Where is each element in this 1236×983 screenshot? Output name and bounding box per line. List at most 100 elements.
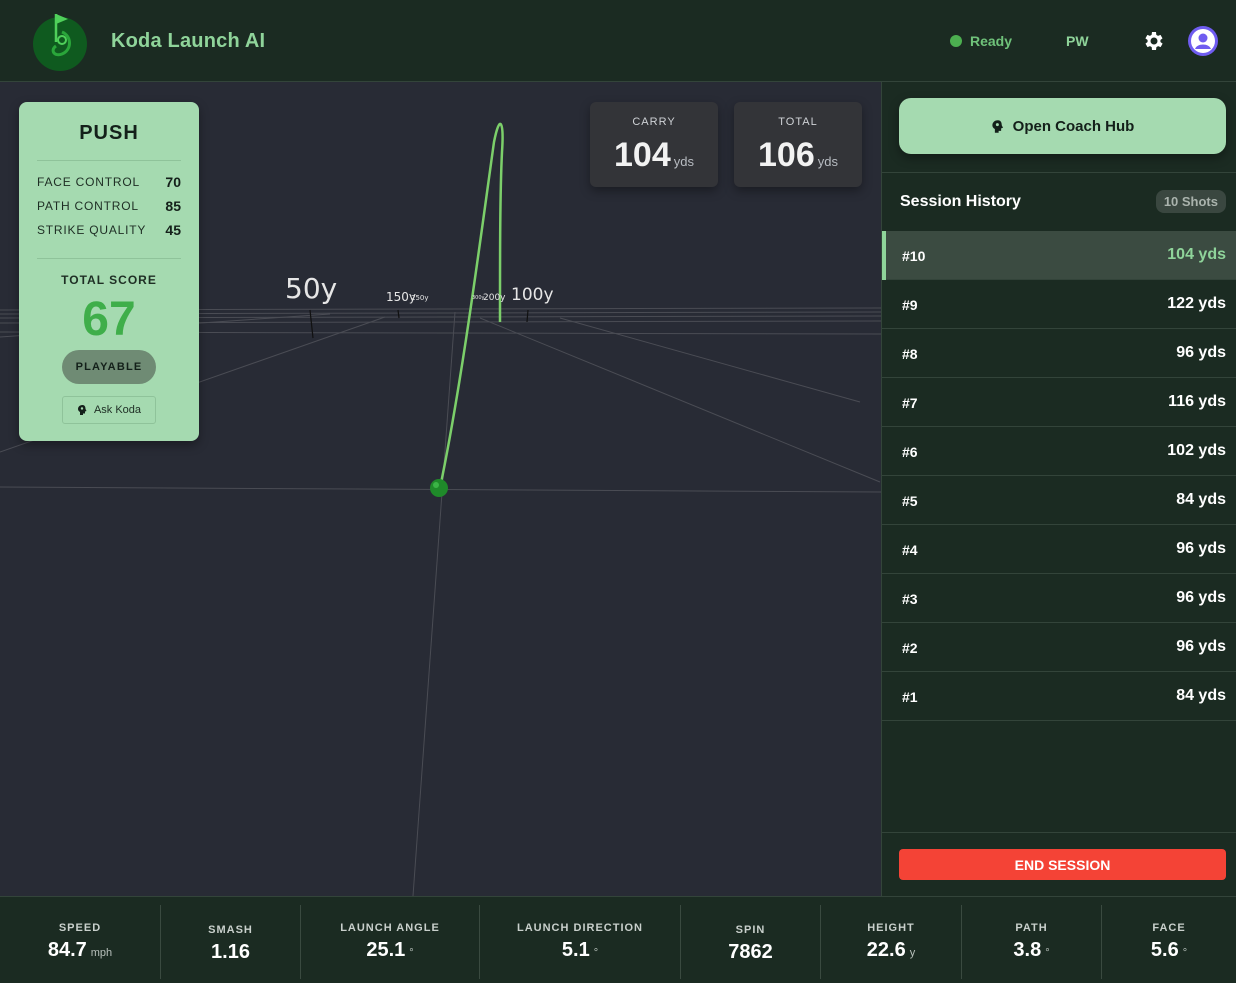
shot-score-card: PUSH FACE CONTROL 70 PATH CONTROL 85 STR… [19,102,199,441]
history-item[interactable]: #7 116 yds [882,378,1236,427]
history-item[interactable]: #5 84 yds [882,476,1236,525]
history-item[interactable]: #1 84 yds [882,672,1236,721]
metric-row-strike-quality: STRIKE QUALITY 45 [37,222,181,238]
club-selector[interactable]: PW [1066,33,1089,49]
shot-distance: 96 yds [1176,638,1226,655]
distance-label-50: 50y [285,272,338,305]
session-sidebar: Open Coach Hub Session History 10 Shots … [881,82,1236,896]
metric-value-wrap: 25.1 ° [301,939,479,962]
shot-number: #9 [902,297,918,313]
carry-box: CARRY 104 yds [590,102,718,187]
total-score-label: TOTAL SCORE [61,273,157,287]
history-item[interactable]: #6 102 yds [882,427,1236,476]
total-label: TOTAL [778,116,818,128]
metric-value-wrap: 84.7 mph [0,939,160,962]
carry-value: 104 [614,136,671,174]
app-title: Koda Launch AI [111,30,266,52]
distance-label-200: 200y [483,293,506,303]
shots-count-badge: 10 Shots [1155,190,1226,213]
metric-value: 84.7 [47,939,87,961]
metric-value-wrap: 1.16 [161,941,300,964]
status-dot-icon [950,35,962,47]
rating-badge: PLAYABLE [62,350,156,384]
shot-number: #8 [902,346,918,362]
coach-hub-label: Open Coach Hub [1012,117,1135,135]
metric-path: PATH 3.8 ° [961,905,1101,979]
distance-label-100: 100y [511,285,554,305]
history-item[interactable]: #2 96 yds [882,623,1236,672]
metric-value: 70 [165,174,181,190]
shot-number: #5 [902,493,918,509]
metric-unit: ° [593,947,599,959]
shot-number: #7 [902,395,918,411]
session-history-list: #10 104 yds #9 122 yds #8 96 yds #7 116 yds … [882,231,1236,721]
metric-value: 22.6 [866,939,906,961]
end-session-button[interactable]: END SESSION [899,849,1226,880]
divider [37,258,181,259]
metric-value: 1.16 [211,941,250,963]
metric-unit: ° [1182,947,1188,959]
metric-value-wrap: 5.1 ° [480,939,680,962]
session-history-title: Session History [900,193,1021,210]
shot-distance: 122 yds [1167,295,1226,312]
metric-speed: SPEED 84.7 mph [0,905,160,979]
history-item[interactable]: #8 96 yds [882,329,1236,378]
metric-row-path-control: PATH CONTROL 85 [37,198,181,214]
carry-label: CARRY [632,116,676,128]
metric-value: 7862 [728,941,773,963]
metric-name: FACE CONTROL [37,175,140,189]
metric-value: 5.1 [561,939,590,961]
metric-value-wrap: 7862 [681,941,820,964]
brain-icon [992,119,1003,133]
history-item[interactable]: #10 104 yds [882,231,1236,280]
metric-value: 25.1 [366,939,406,961]
metric-label: SMASH [208,924,253,936]
shot-number: #2 [902,640,918,656]
history-item[interactable]: #9 122 yds [882,280,1236,329]
shot-distance: 84 yds [1176,687,1226,704]
shot-distance: 104 yds [1167,246,1226,263]
shot-type: PUSH [79,122,139,144]
shot-distance: 96 yds [1176,589,1226,606]
shot-distance: 116 yds [1168,393,1226,410]
total-unit: yds [817,154,838,169]
shot-viewport[interactable]: 50y 150y 250y 300y 200y 100y PUSH FACE C… [0,82,881,896]
open-coach-hub-button[interactable]: Open Coach Hub [899,98,1226,154]
metric-row-face-control: FACE CONTROL 70 [37,174,181,190]
shot-distance: 102 yds [1167,442,1226,459]
total-value-wrap: 106 yds [734,136,862,175]
shot-number: #10 [902,248,926,264]
metric-value-wrap: 22.6 y [821,939,961,962]
distance-label-250: 250y [411,294,429,302]
metric-label: FACE [1152,922,1186,934]
session-history-header: Session History 10 Shots [882,172,1236,230]
shot-distance: 96 yds [1176,540,1226,557]
user-icon [1191,29,1215,53]
metric-name: STRIKE QUALITY [37,223,147,237]
shot-number: #1 [902,689,918,705]
golf-flag-logo-icon [33,14,87,71]
golf-ball [430,479,448,497]
gear-icon[interactable] [1141,29,1165,53]
shot-number: #3 [902,591,918,607]
metric-label: PATH [1015,922,1048,934]
shot-distance: 84 yds [1176,491,1226,508]
ask-koda-button[interactable]: Ask Koda [62,396,156,424]
metric-value: 85 [165,198,181,214]
status-text: Ready [970,33,1013,49]
metric-unit: ° [1045,947,1050,959]
metric-label: LAUNCH DIRECTION [517,922,643,934]
user-avatar[interactable] [1188,26,1218,56]
history-item[interactable]: #3 96 yds [882,574,1236,623]
metric-unit: mph [90,947,113,959]
metric-height: HEIGHT 22.6 y [820,905,961,979]
metric-unit: y [909,947,916,959]
metric-label: SPEED [58,922,102,934]
history-item[interactable]: #4 96 yds [882,525,1236,574]
metric-smash: SMASH 1.16 [160,905,300,979]
total-score-value: 67 [82,293,136,346]
metric-value-wrap: 3.8 ° [962,939,1101,962]
total-box: TOTAL 106 yds [734,102,862,187]
launch-metrics-bar: SPEED 84.7 mph SMASH 1.16 LAUNCH ANGLE 25… [0,896,1236,983]
metric-label: SPIN [735,924,766,936]
